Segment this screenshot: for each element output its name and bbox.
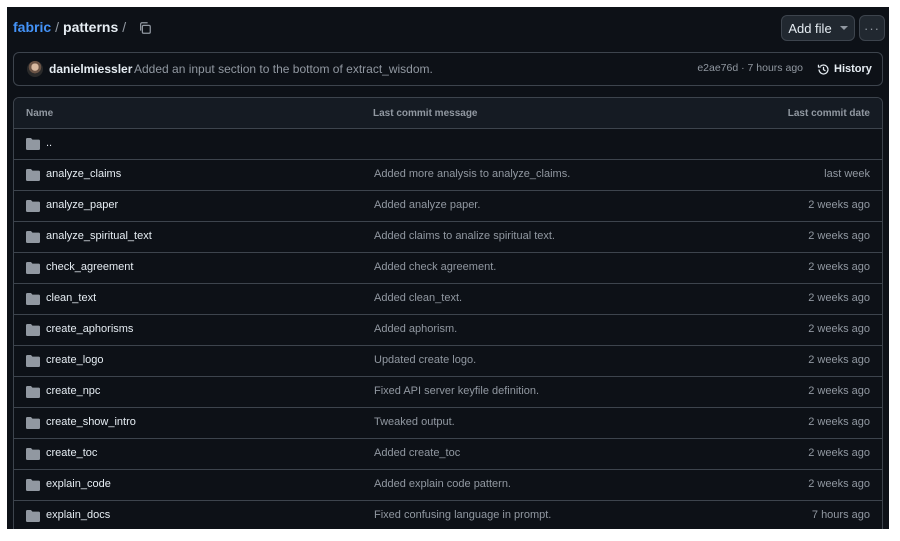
folder-icon [26, 324, 40, 336]
table-row[interactable]: create_show_intro Tweaked output. 2 week… [14, 408, 882, 439]
folder-icon [26, 138, 40, 150]
parent-directory-row[interactable]: .. [14, 129, 882, 160]
column-header-name: Name [26, 108, 54, 119]
folder-name-link[interactable]: analyze_claims [46, 168, 121, 180]
row-commit-message-link[interactable]: Added claims to analize spiritual text. [374, 230, 555, 242]
commit-message-link[interactable]: Added an input section to the bottom of … [134, 62, 433, 76]
chevron-down-icon [839, 26, 848, 30]
row-commit-date: 2 weeks ago [808, 354, 870, 366]
commit-hash-time[interactable]: e2ae76d · 7 hours ago [697, 62, 803, 74]
row-commit-date: 2 weeks ago [808, 199, 870, 211]
table-row[interactable]: analyze_paper Added analyze paper. 2 wee… [14, 191, 882, 222]
row-commit-message-link[interactable]: Fixed confusing language in prompt. [374, 509, 551, 521]
file-table-header: Name Last commit message Last commit dat… [14, 98, 882, 129]
row-commit-date: 2 weeks ago [808, 416, 870, 428]
table-row[interactable]: create_aphorisms Added aphorism. 2 weeks… [14, 315, 882, 346]
column-header-commit-date: Last commit date [787, 108, 870, 119]
row-commit-message-link[interactable]: Added analyze paper. [374, 199, 480, 211]
copy-icon[interactable] [138, 21, 152, 35]
folder-icon [26, 200, 40, 212]
table-row[interactable]: check_agreement Added check agreement. 2… [14, 253, 882, 284]
folder-name-link[interactable]: analyze_spiritual_text [46, 230, 152, 242]
latest-commit-bar: danielmiessler Added an input section to… [13, 52, 883, 86]
folder-name-link[interactable]: explain_code [46, 478, 111, 490]
folder-icon [26, 231, 40, 243]
history-button[interactable]: History [817, 59, 872, 79]
add-file-button[interactable]: Add file [781, 15, 855, 41]
commit-author-link[interactable]: danielmiessler [49, 62, 132, 76]
folder-name-link[interactable]: create_show_intro [46, 416, 136, 428]
folder-name-link[interactable]: create_npc [46, 385, 100, 397]
row-commit-date: 7 hours ago [811, 509, 870, 521]
row-commit-date: 2 weeks ago [808, 478, 870, 490]
table-row[interactable]: explain_docs Fixed confusing language in… [14, 501, 882, 529]
folder-icon [26, 355, 40, 367]
row-commit-message-link[interactable]: Added more analysis to analyze_claims. [374, 168, 570, 180]
row-commit-message-link[interactable]: Added create_toc [374, 447, 460, 459]
top-bar: fabric / patterns / Add file ··· [7, 7, 889, 47]
history-icon [817, 63, 829, 75]
table-row[interactable]: create_npc Fixed API server keyfile defi… [14, 377, 882, 408]
folder-icon [26, 479, 40, 491]
history-label: History [834, 63, 872, 75]
folder-icon [26, 386, 40, 398]
table-row[interactable]: analyze_claims Added more analysis to an… [14, 160, 882, 191]
row-commit-date: 2 weeks ago [808, 230, 870, 242]
table-row[interactable]: clean_text Added clean_text. 2 weeks ago [14, 284, 882, 315]
add-file-label: Add file [788, 20, 832, 36]
row-commit-message-link[interactable]: Tweaked output. [374, 416, 455, 428]
row-commit-message-link[interactable]: Added aphorism. [374, 323, 457, 335]
folder-name-link[interactable]: clean_text [46, 292, 96, 304]
folder-name-link[interactable]: check_agreement [46, 261, 133, 273]
row-commit-message-link[interactable]: Updated create logo. [374, 354, 476, 366]
folder-icon [26, 448, 40, 460]
repo-browser: fabric / patterns / Add file ··· danielm… [7, 7, 889, 529]
row-commit-message-link[interactable]: Added explain code pattern. [374, 478, 511, 490]
row-commit-message-link[interactable]: Added clean_text. [374, 292, 462, 304]
row-commit-date: 2 weeks ago [808, 385, 870, 397]
table-row[interactable]: create_toc Added create_toc 2 weeks ago [14, 439, 882, 470]
table-row[interactable]: analyze_spiritual_text Added claims to a… [14, 222, 882, 253]
folder-icon [26, 169, 40, 181]
folder-icon [26, 293, 40, 305]
folder-name-link[interactable]: create_logo [46, 354, 104, 366]
avatar[interactable] [27, 61, 43, 77]
folder-name-link[interactable]: analyze_paper [46, 199, 118, 211]
file-table: Name Last commit message Last commit dat… [13, 97, 883, 529]
folder-icon [26, 417, 40, 429]
folder-name-link[interactable]: explain_docs [46, 509, 110, 521]
row-commit-date: last week [824, 168, 870, 180]
row-commit-date: 2 weeks ago [808, 261, 870, 273]
row-commit-message-link[interactable]: Added check agreement. [374, 261, 496, 273]
folder-icon [26, 510, 40, 522]
breadcrumb-current-folder: patterns [63, 19, 119, 35]
more-options-button[interactable]: ··· [859, 15, 885, 41]
parent-directory-link[interactable]: .. [46, 137, 52, 149]
breadcrumb-separator: / [55, 19, 60, 35]
folder-name-link[interactable]: create_toc [46, 447, 97, 459]
breadcrumb: fabric / patterns / [13, 19, 152, 35]
folder-icon [26, 262, 40, 274]
table-row[interactable]: create_logo Updated create logo. 2 weeks… [14, 346, 882, 377]
breadcrumb-repo-link[interactable]: fabric [13, 19, 51, 35]
column-header-commit-message: Last commit message [373, 108, 478, 119]
row-commit-message-link[interactable]: Fixed API server keyfile definition. [374, 385, 539, 397]
folder-name-link[interactable]: create_aphorisms [46, 323, 133, 335]
breadcrumb-separator: / [122, 19, 127, 35]
row-commit-date: 2 weeks ago [808, 447, 870, 459]
row-commit-date: 2 weeks ago [808, 323, 870, 335]
row-commit-date: 2 weeks ago [808, 292, 870, 304]
table-row[interactable]: explain_code Added explain code pattern.… [14, 470, 882, 501]
